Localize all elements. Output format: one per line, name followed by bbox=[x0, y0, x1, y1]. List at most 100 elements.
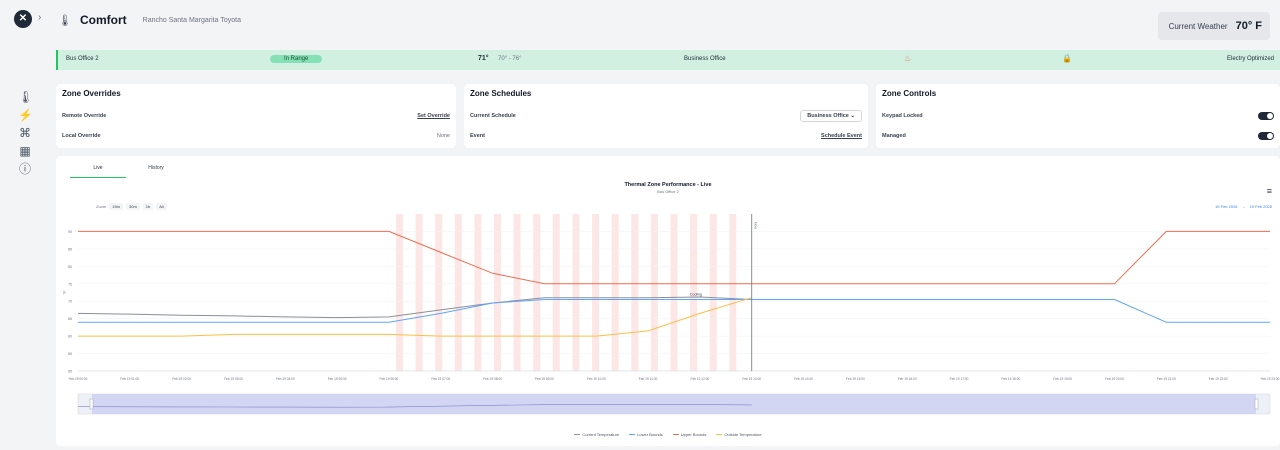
cooling-band bbox=[395, 214, 403, 371]
x-tick-label: Feb 19 01:00 bbox=[120, 377, 139, 381]
x-tick-label: Feb 19 20:00 bbox=[1105, 377, 1124, 381]
legend-label: Outside Temperature bbox=[724, 432, 762, 437]
y-tick-label: 80 bbox=[68, 265, 72, 269]
cooling-band bbox=[670, 214, 678, 371]
cooling-band bbox=[650, 214, 658, 371]
zone-temp: 71° bbox=[478, 55, 489, 62]
x-tick-label: Feb 19 23:00 bbox=[1261, 377, 1280, 381]
cooling-band bbox=[611, 214, 619, 371]
comfort-thermometer-icon: 🌡 bbox=[58, 14, 72, 27]
keypad-locked-toggle[interactable] bbox=[1258, 112, 1274, 120]
x-tick-label: Feb 19 02:00 bbox=[172, 377, 191, 381]
cooling-band bbox=[513, 214, 521, 371]
x-tick-label: Feb 19 22:00 bbox=[1209, 377, 1228, 381]
set-override-link[interactable]: Set Override bbox=[417, 113, 450, 119]
current-weather: Current Weather 70° F bbox=[1158, 12, 1270, 40]
zone-controls-title: Zone Controls bbox=[882, 89, 937, 98]
cooling-band bbox=[415, 214, 423, 371]
info-icon[interactable]: ⓘ bbox=[18, 162, 32, 176]
legend-swatch bbox=[629, 434, 636, 435]
zone-overrides-title: Zone Overrides bbox=[62, 89, 121, 98]
current-schedule-label: Current Schedule bbox=[470, 113, 516, 119]
legend-item[interactable]: Lower Bounds bbox=[629, 432, 663, 437]
page-title: Comfort bbox=[79, 13, 127, 27]
x-tick-label: Feb 19 14:00 bbox=[794, 377, 813, 381]
zone-cards: Zone Overrides Remote Override Set Overri… bbox=[56, 84, 1280, 148]
legend-item[interactable]: Upper Bounds bbox=[672, 432, 707, 437]
legend-label: Lower Bounds bbox=[637, 432, 663, 437]
weather-value: 70° F bbox=[1235, 20, 1262, 32]
x-tick-label: Feb 19 17:00 bbox=[950, 377, 969, 381]
chart-legend: Current Temperature Lower Bounds Upper Bou… bbox=[56, 432, 1280, 437]
x-tick-label: Feb 19 06:00 bbox=[380, 377, 399, 381]
network-icon[interactable]: ⌘ bbox=[18, 126, 32, 140]
event-label: Event bbox=[470, 133, 485, 139]
calendar-icon[interactable]: ▦ bbox=[18, 144, 32, 158]
cooling-band bbox=[709, 214, 717, 371]
schedule-select-value: Business Office bbox=[807, 113, 849, 119]
y-tick-label: 75 bbox=[68, 282, 72, 286]
cooling-annotation: Cooling bbox=[690, 293, 702, 297]
local-override-label: Local Override bbox=[62, 133, 101, 139]
cooling-band bbox=[592, 214, 600, 371]
navigator-right-handle bbox=[1254, 398, 1259, 410]
y-tick-label: 50 bbox=[68, 370, 72, 374]
lock-icon: 🔒 bbox=[1062, 54, 1072, 63]
x-tick-label: Feb 19 11:00 bbox=[639, 377, 658, 381]
x-tick-label: Feb 19 15:00 bbox=[846, 377, 865, 381]
y-tick-label: 65 bbox=[68, 317, 72, 321]
y-tick-label: 70 bbox=[68, 300, 72, 304]
legend-item[interactable]: Current Temperature bbox=[574, 432, 619, 437]
zone-schedules-card: Zone Schedules Current Schedule Business … bbox=[464, 84, 868, 148]
cooling-band bbox=[572, 214, 580, 371]
legend-item[interactable]: Outside Temperature bbox=[716, 432, 762, 437]
managed-toggle[interactable] bbox=[1258, 132, 1274, 140]
chart-svg[interactable]: 50 55 60 65 70 75 80 85 90 °F Feb 19 00:00 Feb 19 0… bbox=[56, 156, 1280, 432]
x-tick-label: Feb 19 13:00 bbox=[742, 377, 761, 381]
y-tick-label: 90 bbox=[68, 230, 72, 234]
schedule-select[interactable]: Business Office ⌄ bbox=[800, 110, 862, 122]
weather-label: Current Weather bbox=[1168, 21, 1228, 31]
zone-mode: Electry Optimized bbox=[1226, 56, 1274, 62]
cooling-band bbox=[494, 214, 502, 371]
cooling-band bbox=[631, 214, 639, 371]
navigator-left-handle bbox=[89, 398, 94, 410]
app-logo[interactable]: ✕ bbox=[14, 10, 32, 28]
x-tick-label: Feb 19 03:00 bbox=[224, 377, 243, 381]
chevron-down-icon: ⌄ bbox=[850, 113, 855, 119]
series-line-outside-temperature bbox=[78, 297, 752, 337]
schedule-event-link[interactable]: Schedule Event bbox=[821, 133, 862, 139]
zone-status-bar[interactable]: Bus Office 2 In Range 71° 70° - 76° Busi… bbox=[56, 50, 1280, 70]
legend-label: Current Temperature bbox=[582, 432, 620, 437]
breadcrumb[interactable]: Rancho Santa Margarita Toyota bbox=[143, 17, 241, 24]
cooling-icon: ♨ bbox=[904, 54, 912, 63]
x-tick-label: Feb 19 04:00 bbox=[276, 377, 295, 381]
left-rail: ✕ › 🌡 ⚡ ⌘ ▦ ⓘ bbox=[0, 0, 48, 450]
x-tick-label: Feb 19 08:00 bbox=[483, 377, 502, 381]
x-tick-label: Feb 19 05:00 bbox=[328, 377, 347, 381]
y-tick-label: 85 bbox=[68, 247, 72, 251]
topbar: 🌡 Comfort Rancho Santa Margarita Toyota bbox=[58, 8, 241, 32]
zone-setpoint-range: 70° - 76° bbox=[498, 56, 522, 62]
lightning-icon[interactable]: ⚡ bbox=[18, 108, 33, 122]
legend-swatch bbox=[672, 434, 679, 435]
x-tick-label: Feb 19 09:00 bbox=[535, 377, 554, 381]
cooling-band bbox=[454, 214, 462, 371]
y-tick-label: 60 bbox=[68, 335, 72, 339]
series-line-current-temperature bbox=[77, 296, 752, 319]
legend-label: Upper Bounds bbox=[680, 432, 707, 437]
chart-panel: Live History Thermal Zone Performance - … bbox=[56, 156, 1280, 446]
legend-swatch bbox=[716, 434, 723, 435]
navigator-selection bbox=[92, 394, 1256, 414]
x-tick-label: Feb 19 21:00 bbox=[1157, 377, 1176, 381]
cooling-band bbox=[552, 214, 560, 371]
y-axis-label: °F bbox=[62, 290, 67, 295]
keypad-locked-label: Keypad Locked bbox=[882, 113, 923, 119]
zone-name: Bus Office 2 bbox=[66, 56, 99, 62]
now-label: Now bbox=[754, 222, 758, 229]
expand-rail-chevron-icon[interactable]: › bbox=[38, 12, 41, 23]
managed-label: Managed bbox=[882, 133, 906, 139]
cooling-band bbox=[474, 214, 482, 371]
thermometer-icon[interactable]: 🌡 bbox=[18, 90, 33, 104]
x-tick-label: Feb 19 10:00 bbox=[587, 377, 606, 381]
